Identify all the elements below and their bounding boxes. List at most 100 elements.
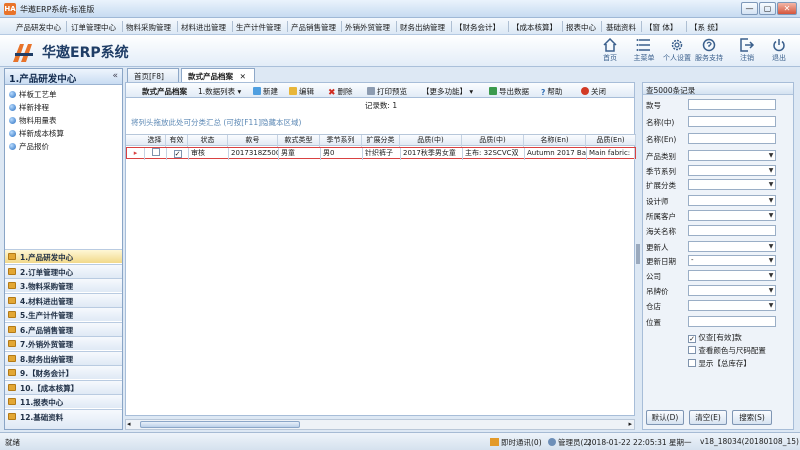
updated-by-select[interactable]: ▼: [688, 241, 776, 252]
menu-item-window[interactable]: 【窗 体】: [645, 22, 677, 33]
module-rd-center[interactable]: 1.产品研发中心: [5, 249, 122, 264]
minimize-button[interactable]: —: [741, 2, 758, 15]
module-accounting[interactable]: 9.【财务会计】: [5, 365, 122, 380]
module-costing[interactable]: 10.【成本核算】: [5, 379, 122, 394]
menu-item-sales[interactable]: 产品销售管理: [291, 22, 336, 33]
menu-item-export-trade[interactable]: 外销外贸管理: [345, 22, 390, 33]
row-select-cell[interactable]: [145, 148, 167, 160]
column-header-select[interactable]: 选择: [144, 135, 166, 147]
new-button[interactable]: 新建: [253, 86, 278, 97]
cell-season[interactable]: 男0: [321, 148, 363, 160]
menu-item-system[interactable]: 【系 统】: [690, 22, 722, 33]
menu-item-rd[interactable]: 产品研发中心: [16, 22, 61, 33]
maximize-button[interactable]: ▢: [759, 2, 776, 15]
chevron-down-icon[interactable]: ▼: [767, 180, 775, 189]
tab-style-product-archive[interactable]: 款式产品档案 ✕: [181, 68, 255, 82]
module-order-center[interactable]: 2.订单管理中心: [5, 263, 122, 278]
module-cashier[interactable]: 8.财务出纳管理: [5, 350, 122, 365]
sub-item-sample-sheet[interactable]: 样板工艺单: [9, 89, 57, 100]
tab-home[interactable]: 首页[F8]: [127, 68, 179, 82]
show-total-stock-checkbox[interactable]: [688, 359, 696, 367]
column-header-quality-cn-1[interactable]: 品质(中): [400, 135, 462, 147]
main-menu-button[interactable]: 主菜单: [627, 38, 661, 63]
close-button[interactable]: 关闭: [581, 86, 606, 97]
customs-name-input[interactable]: [688, 225, 776, 236]
module-materials[interactable]: 4.材料进出管理: [5, 292, 122, 307]
scroll-left-arrow-icon[interactable]: ◂: [127, 420, 131, 428]
ext-category-select[interactable]: ▼: [688, 179, 776, 190]
column-header-name-en[interactable]: 名称(En): [524, 135, 586, 147]
sub-item-sample-schedule[interactable]: 样新排程: [9, 102, 49, 113]
more-functions-dropdown[interactable]: 【更多功能】 ▾: [422, 86, 473, 97]
update-date-select[interactable]: - ▼: [688, 255, 776, 266]
exit-button[interactable]: 退出: [762, 38, 796, 63]
cell-type[interactable]: 男童: [279, 148, 321, 160]
row-select-checkbox[interactable]: [151, 148, 160, 156]
menu-item-materials[interactable]: 材料进出管理: [181, 22, 226, 33]
designer-select[interactable]: ▼: [688, 195, 776, 206]
menu-item-accounting[interactable]: 【财务会计】: [455, 22, 500, 33]
close-window-button[interactable]: ✕: [777, 2, 797, 15]
column-header-quality-en[interactable]: 品质(En): [586, 135, 636, 147]
column-header-status[interactable]: 状态: [188, 135, 228, 147]
module-production[interactable]: 5.生产计件管理: [5, 307, 122, 322]
only-valid-checkbox-row[interactable]: ✓ 仅查[有效]款: [688, 332, 742, 343]
chevron-down-icon[interactable]: ▼: [767, 196, 775, 205]
delete-button[interactable]: ✖ 删除: [328, 86, 353, 98]
show-color-size-checkbox[interactable]: [688, 346, 696, 354]
row-valid-checkbox[interactable]: ✓: [173, 150, 182, 158]
chevron-down-icon[interactable]: ▼: [767, 151, 775, 160]
column-header-ext-category[interactable]: 扩展分类: [362, 135, 400, 147]
code-input[interactable]: [688, 99, 776, 110]
personal-settings-button[interactable]: 个人设置: [660, 38, 694, 63]
name-cn-input[interactable]: [688, 116, 776, 127]
company-select[interactable]: ▼: [688, 270, 776, 281]
show-total-stock-checkbox-row[interactable]: 显示【总库存】: [688, 358, 751, 369]
service-support-button[interactable]: 服务支持: [692, 38, 726, 63]
location-input[interactable]: [688, 316, 776, 327]
column-header-valid[interactable]: 有效: [166, 135, 188, 147]
module-export-trade[interactable]: 7.外销外贸管理: [5, 336, 122, 351]
column-header-quality-cn-2[interactable]: 品质(中): [462, 135, 524, 147]
menu-item-costing[interactable]: 【成本核算】: [512, 22, 557, 33]
name-en-input[interactable]: [688, 133, 776, 144]
chevron-down-icon[interactable]: ▼: [767, 271, 775, 280]
module-basic-data[interactable]: 12.基础资料: [5, 408, 122, 429]
customer-select[interactable]: ▼: [688, 210, 776, 221]
scroll-right-arrow-icon[interactable]: ▸: [628, 420, 632, 428]
menu-item-basic-data[interactable]: 基础资料: [606, 22, 636, 33]
panel-splitter-handle[interactable]: [636, 244, 640, 264]
data-list-dropdown[interactable]: 1.数据列表 ▾: [198, 86, 241, 97]
sub-item-quotation[interactable]: 产品报价: [9, 141, 49, 152]
product-category-select[interactable]: ▼: [688, 150, 776, 161]
edit-button[interactable]: 编辑: [289, 86, 314, 97]
sub-item-sample-costing[interactable]: 样新成本核算: [9, 128, 64, 139]
chevron-down-icon[interactable]: ▼: [767, 256, 775, 265]
messenger-button[interactable]: 即时通讯(0): [490, 437, 542, 448]
print-preview-button[interactable]: 打印预览: [367, 86, 407, 97]
cell-code[interactable]: 2017318Z500: [229, 148, 279, 160]
chevron-down-icon[interactable]: ▼: [767, 166, 775, 175]
cell-ext-category[interactable]: 针织裤子: [363, 148, 401, 160]
chevron-down-icon[interactable]: ▼: [767, 301, 775, 310]
export-data-button[interactable]: 导出数据: [489, 86, 529, 97]
row-valid-cell[interactable]: ✓: [167, 148, 189, 160]
only-valid-checkbox[interactable]: ✓: [688, 335, 696, 343]
show-color-size-checkbox-row[interactable]: 查看颜色与尺码配置: [688, 345, 766, 356]
menu-item-production[interactable]: 生产计件管理: [236, 22, 281, 33]
sub-item-material-usage[interactable]: 物料用量表: [9, 115, 57, 126]
season-select[interactable]: ▼: [688, 165, 776, 176]
scrollbar-thumb[interactable]: [140, 421, 300, 428]
close-tab-icon[interactable]: ✕: [240, 72, 246, 81]
table-row[interactable]: ▸ ✓ 审核 2017318Z500 男童 男0 针织裤子 2017秋季男女童 …: [126, 147, 636, 160]
menu-item-reports[interactable]: 报表中心: [566, 22, 596, 33]
module-purchase[interactable]: 3.物料采购管理: [5, 278, 122, 293]
clear-button[interactable]: 清空(E): [689, 410, 727, 425]
menu-item-orders[interactable]: 订单管理中心: [71, 22, 116, 33]
chevron-down-icon[interactable]: ▼: [767, 211, 775, 220]
warehouse-select[interactable]: ▼: [688, 300, 776, 311]
cell-quality-cn-1[interactable]: 2017秋季男女童: [401, 148, 463, 160]
cell-quality-cn-2[interactable]: 主布: 32SCVC双: [463, 148, 525, 160]
horizontal-scrollbar[interactable]: ◂ ▸: [125, 419, 635, 430]
column-header-season[interactable]: 季节系列: [320, 135, 362, 147]
